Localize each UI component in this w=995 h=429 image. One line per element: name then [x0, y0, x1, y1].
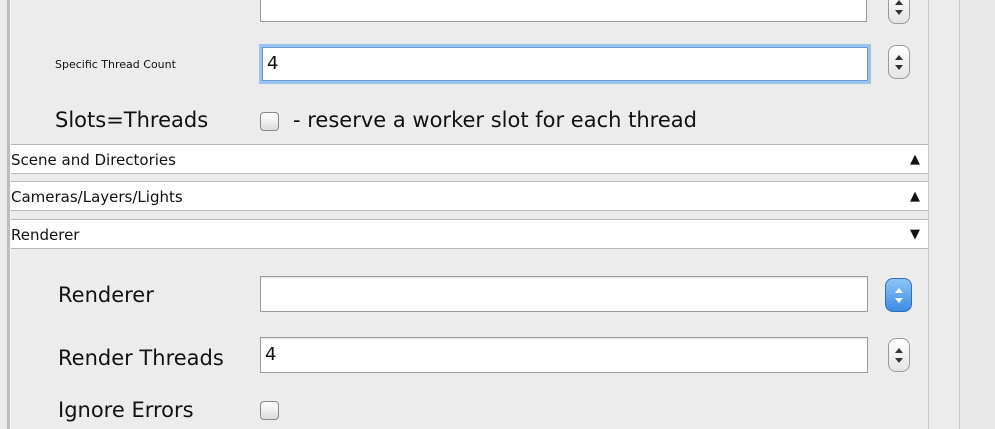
stepper-down-icon	[895, 65, 903, 70]
ignore-errors-checkbox[interactable]	[260, 401, 279, 420]
render-threads-input[interactable]: 4	[260, 337, 868, 373]
stepper-down-icon	[895, 358, 903, 363]
ignore-errors-label: Ignore Errors	[58, 398, 194, 422]
render-threads-stepper[interactable]	[888, 338, 910, 372]
popup-up-icon	[895, 288, 903, 293]
renderer-label: Renderer	[58, 283, 154, 307]
section-title: Scene and Directories	[11, 151, 176, 169]
top-partial-field[interactable]	[260, 0, 867, 22]
specific-thread-count-input[interactable]: 4	[262, 47, 868, 81]
collapse-up-icon: ▲	[910, 152, 920, 167]
top-partial-stepper[interactable]	[888, 0, 910, 24]
renderer-select[interactable]	[260, 276, 868, 312]
stepper-up-icon	[895, 55, 903, 60]
collapse-up-icon: ▲	[910, 189, 920, 204]
expand-down-icon: ▼	[910, 227, 920, 242]
slots-threads-checkbox[interactable]	[260, 112, 279, 131]
section-cameras-layers-lights[interactable]: Cameras/Layers/Lights ▲	[11, 181, 928, 211]
right-side-panel	[960, 0, 995, 429]
settings-panel: Specific Thread Count 4 Slots=Threads - …	[11, 0, 928, 429]
stepper-up-icon	[895, 348, 903, 353]
slots-threads-label: Slots=Threads	[55, 108, 209, 132]
render-threads-label: Render Threads	[58, 346, 224, 370]
specific-thread-count-label: Specific Thread Count	[55, 58, 176, 71]
vertical-separator	[928, 0, 929, 429]
popup-down-icon	[895, 298, 903, 303]
stepper-down-icon	[895, 10, 903, 15]
section-title: Cameras/Layers/Lights	[11, 188, 183, 206]
specific-thread-count-stepper[interactable]	[888, 45, 910, 79]
section-renderer[interactable]: Renderer ▼	[11, 219, 928, 249]
section-title: Renderer	[11, 226, 80, 244]
section-scene-and-directories[interactable]: Scene and Directories ▲	[11, 144, 928, 174]
slots-threads-description: - reserve a worker slot for each thread	[293, 108, 697, 132]
renderer-popup-button[interactable]	[885, 278, 912, 312]
stepper-up-icon	[895, 0, 903, 5]
